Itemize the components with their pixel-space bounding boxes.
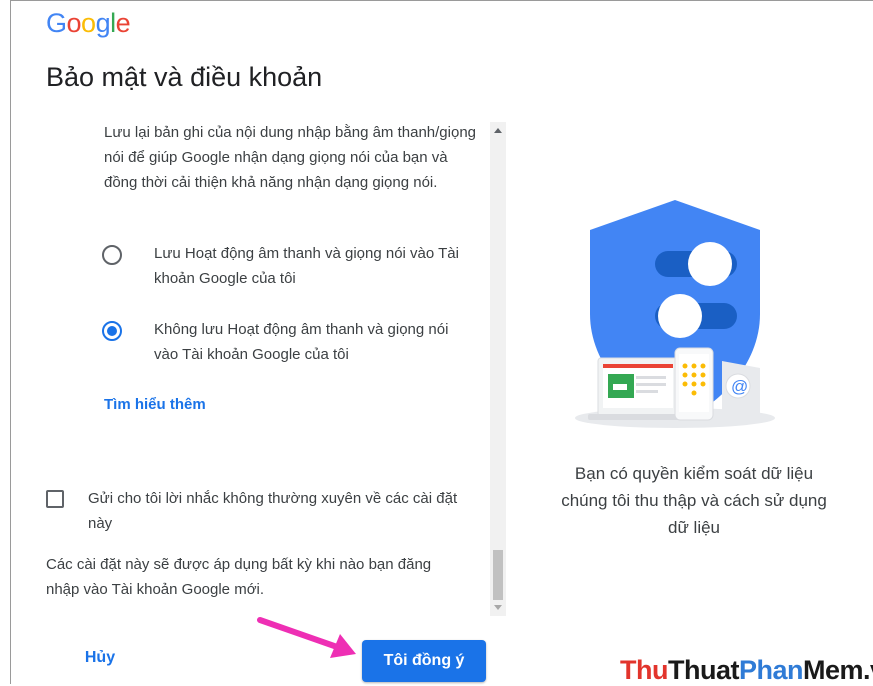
pointer-arrow-icon <box>257 617 356 658</box>
radio-save-voice[interactable] <box>102 245 122 265</box>
toggle-knob-icon <box>688 242 732 286</box>
logo-letter: o <box>66 8 82 38</box>
laptop-card-detail <box>613 384 627 390</box>
logo-letter: g <box>95 8 111 38</box>
watermark-part: Mem <box>803 655 864 685</box>
toggle-knob-icon <box>658 294 702 338</box>
cancel-button[interactable]: Hủy <box>70 640 130 676</box>
option-save-voice-label: Lưu Hoạt động âm thanh và giọng nói vào … <box>154 245 459 287</box>
watermark-part: Thuat <box>667 655 740 685</box>
window-border-top <box>10 0 873 1</box>
reminder-checkbox-label: Gửi cho tôi lời nhắc không thường xuyên … <box>88 490 458 532</box>
google-logo: Google <box>46 6 131 40</box>
reminder-checkbox[interactable] <box>46 490 64 508</box>
option-save-voice-activity[interactable]: Lưu Hoạt động âm thanh và giọng nói vào … <box>102 241 474 291</box>
radio-dont-save-voice[interactable] <box>102 321 122 341</box>
reminder-checkbox-row[interactable]: Gửi cho tôi lời nhắc không thường xuyên … <box>46 486 468 536</box>
page-title: Bảo mật và điều khoản <box>46 62 323 92</box>
illustration-caption: Bạn có quyền kiểm soát dữ liệu chúng tôi… <box>561 464 827 537</box>
scroll-up-arrow-icon[interactable] <box>494 128 502 133</box>
scroll-down-arrow-icon[interactable] <box>494 605 502 610</box>
scrollbar-thumb[interactable] <box>493 550 503 600</box>
watermark-part: Thu <box>620 655 668 685</box>
agree-button[interactable]: Tôi đồng ý <box>362 640 486 682</box>
option-dont-save-voice-activity[interactable]: Không lưu Hoạt động âm thanh và giọng nó… <box>102 317 474 367</box>
option-dont-save-voice-label: Không lưu Hoạt động âm thanh và giọng nó… <box>154 321 449 363</box>
watermark-logo: ThuThuatPhanMem.vn <box>620 655 873 686</box>
laptop-screen-header <box>603 364 673 368</box>
learn-more-link[interactable]: Tìm hiểu thêm <box>104 396 206 413</box>
laptop-base <box>588 414 688 420</box>
settings-footnote: Các cài đặt này sẽ được áp dụng bất kỳ k… <box>46 556 432 598</box>
window-border-left <box>10 0 11 684</box>
logo-letter: G <box>46 8 67 38</box>
logo-letter: e <box>115 8 131 38</box>
watermark-part: Phan <box>738 655 804 685</box>
voice-activity-description: Lưu lại bản ghi của nội dung nhập bằng â… <box>104 124 477 191</box>
at-sign-icon: @ <box>731 377 748 396</box>
watermark-part: .vn <box>863 655 873 685</box>
settings-scroll-panel[interactable]: Lưu lại bản ghi của nội dung nhập bằng â… <box>46 120 490 615</box>
logo-letter: o <box>81 8 96 38</box>
privacy-shield-illustration: @ <box>575 200 775 428</box>
scrollbar[interactable] <box>490 122 506 616</box>
